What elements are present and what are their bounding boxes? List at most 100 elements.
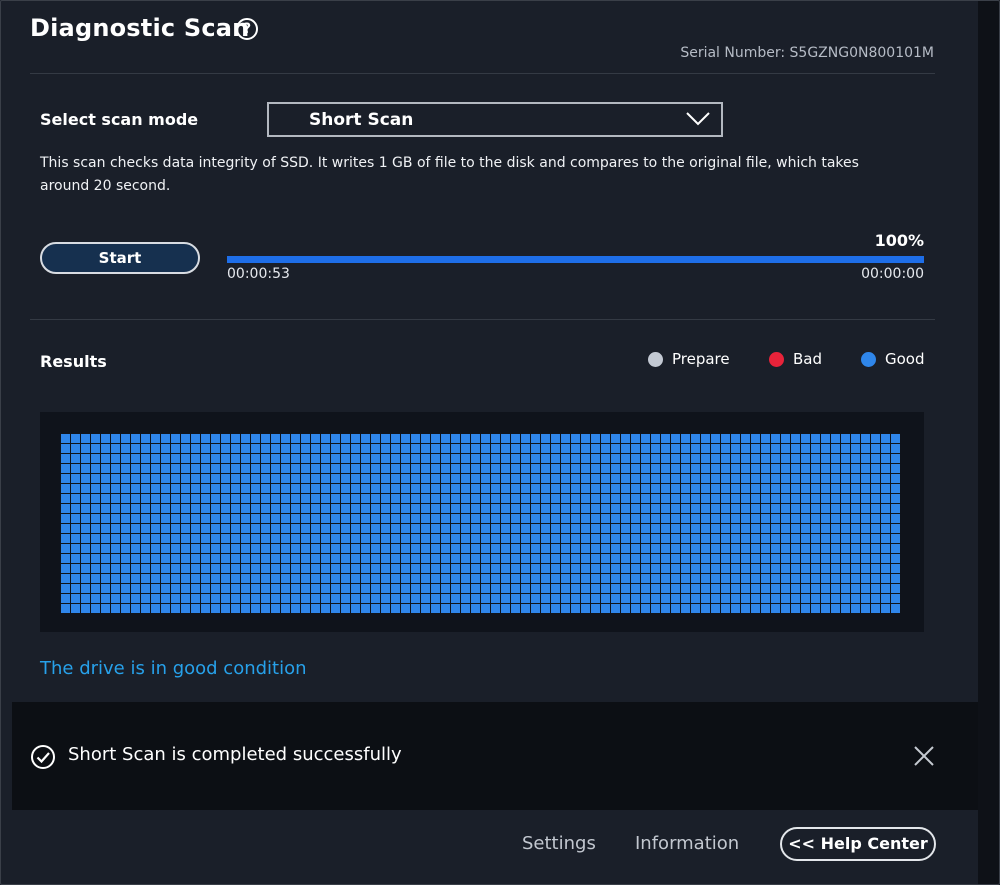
grid-cell	[711, 504, 720, 513]
grid-cell	[301, 514, 310, 523]
grid-cell	[731, 434, 740, 443]
grid-cell	[611, 454, 620, 463]
grid-cell	[671, 524, 680, 533]
grid-cell	[871, 554, 880, 563]
scan-mode-dropdown[interactable]: Short Scan	[267, 102, 723, 137]
grid-cell	[481, 504, 490, 513]
grid-cell	[141, 464, 150, 473]
grid-cell	[141, 444, 150, 453]
grid-cell	[791, 584, 800, 593]
grid-cell	[471, 474, 480, 483]
grid-cell	[671, 464, 680, 473]
grid-cell	[291, 554, 300, 563]
grid-cell	[181, 604, 190, 613]
grid-cell	[111, 524, 120, 533]
grid-cell	[221, 554, 230, 563]
grid-cell	[231, 474, 240, 483]
grid-cell	[371, 514, 380, 523]
grid-cell	[711, 484, 720, 493]
grid-cell	[91, 454, 100, 463]
information-link[interactable]: Information	[635, 833, 739, 854]
grid-cell	[181, 514, 190, 523]
grid-cell	[81, 524, 90, 533]
grid-cell	[661, 494, 670, 503]
grid-cell	[561, 474, 570, 483]
grid-cell	[481, 594, 490, 603]
grid-cell	[241, 434, 250, 443]
grid-cell	[231, 604, 240, 613]
grid-cell	[111, 494, 120, 503]
grid-cell	[221, 594, 230, 603]
grid-cell	[171, 564, 180, 573]
grid-cell	[811, 484, 820, 493]
grid-cell	[521, 554, 530, 563]
grid-cell	[801, 474, 810, 483]
grid-cell	[91, 594, 100, 603]
grid-cell	[71, 554, 80, 563]
grid-cell	[351, 604, 360, 613]
prepare-dot-icon	[648, 351, 663, 367]
grid-cell	[461, 524, 470, 533]
grid-cell	[311, 524, 320, 533]
grid-cell	[801, 524, 810, 533]
grid-cell	[451, 604, 460, 613]
grid-cell	[531, 444, 540, 453]
grid-cell	[171, 514, 180, 523]
grid-cell	[221, 584, 230, 593]
grid-cell	[621, 594, 630, 603]
grid-cell	[481, 514, 490, 523]
grid-cell	[371, 454, 380, 463]
grid-cell	[641, 544, 650, 553]
grid-cell	[361, 434, 370, 443]
grid-cell	[671, 444, 680, 453]
grid-cell	[231, 534, 240, 543]
grid-cell	[61, 434, 70, 443]
grid-cell	[531, 494, 540, 503]
grid-cell	[81, 574, 90, 583]
grid-cell	[261, 584, 270, 593]
grid-cell	[631, 554, 640, 563]
grid-cell	[421, 514, 430, 523]
grid-cell	[771, 564, 780, 573]
grid-cell	[71, 474, 80, 483]
settings-link[interactable]: Settings	[522, 833, 596, 854]
grid-cell	[801, 534, 810, 543]
grid-cell	[91, 524, 100, 533]
grid-cell	[701, 504, 710, 513]
grid-cell	[71, 504, 80, 513]
close-icon[interactable]	[912, 744, 936, 768]
help-center-button[interactable]: << Help Center	[780, 827, 936, 861]
header-divider	[30, 73, 935, 74]
grid-cell	[441, 574, 450, 583]
grid-cell	[181, 504, 190, 513]
grid-cell	[91, 564, 100, 573]
grid-cell	[811, 514, 820, 523]
grid-cell	[601, 454, 610, 463]
grid-cell	[81, 564, 90, 573]
grid-cell	[571, 574, 580, 583]
grid-cell	[561, 564, 570, 573]
grid-cell	[391, 474, 400, 483]
grid-cell	[861, 494, 870, 503]
grid-cell	[291, 574, 300, 583]
grid-cell	[281, 564, 290, 573]
window-edge	[978, 0, 1000, 885]
grid-cell	[651, 574, 660, 583]
grid-cell	[511, 464, 520, 473]
grid-cell	[791, 474, 800, 483]
start-button[interactable]: Start	[40, 242, 200, 274]
grid-cell	[371, 554, 380, 563]
grid-cell	[781, 484, 790, 493]
grid-cell	[651, 494, 660, 503]
grid-cell	[771, 514, 780, 523]
grid-cell	[71, 574, 80, 583]
grid-cell	[791, 484, 800, 493]
question-circle-icon[interactable]: ?	[236, 18, 258, 40]
grid-cell	[591, 504, 600, 513]
grid-cell	[181, 484, 190, 493]
grid-cell	[491, 604, 500, 613]
grid-cell	[121, 544, 130, 553]
grid-cell	[301, 604, 310, 613]
grid-cell	[361, 464, 370, 473]
grid-cell	[691, 494, 700, 503]
